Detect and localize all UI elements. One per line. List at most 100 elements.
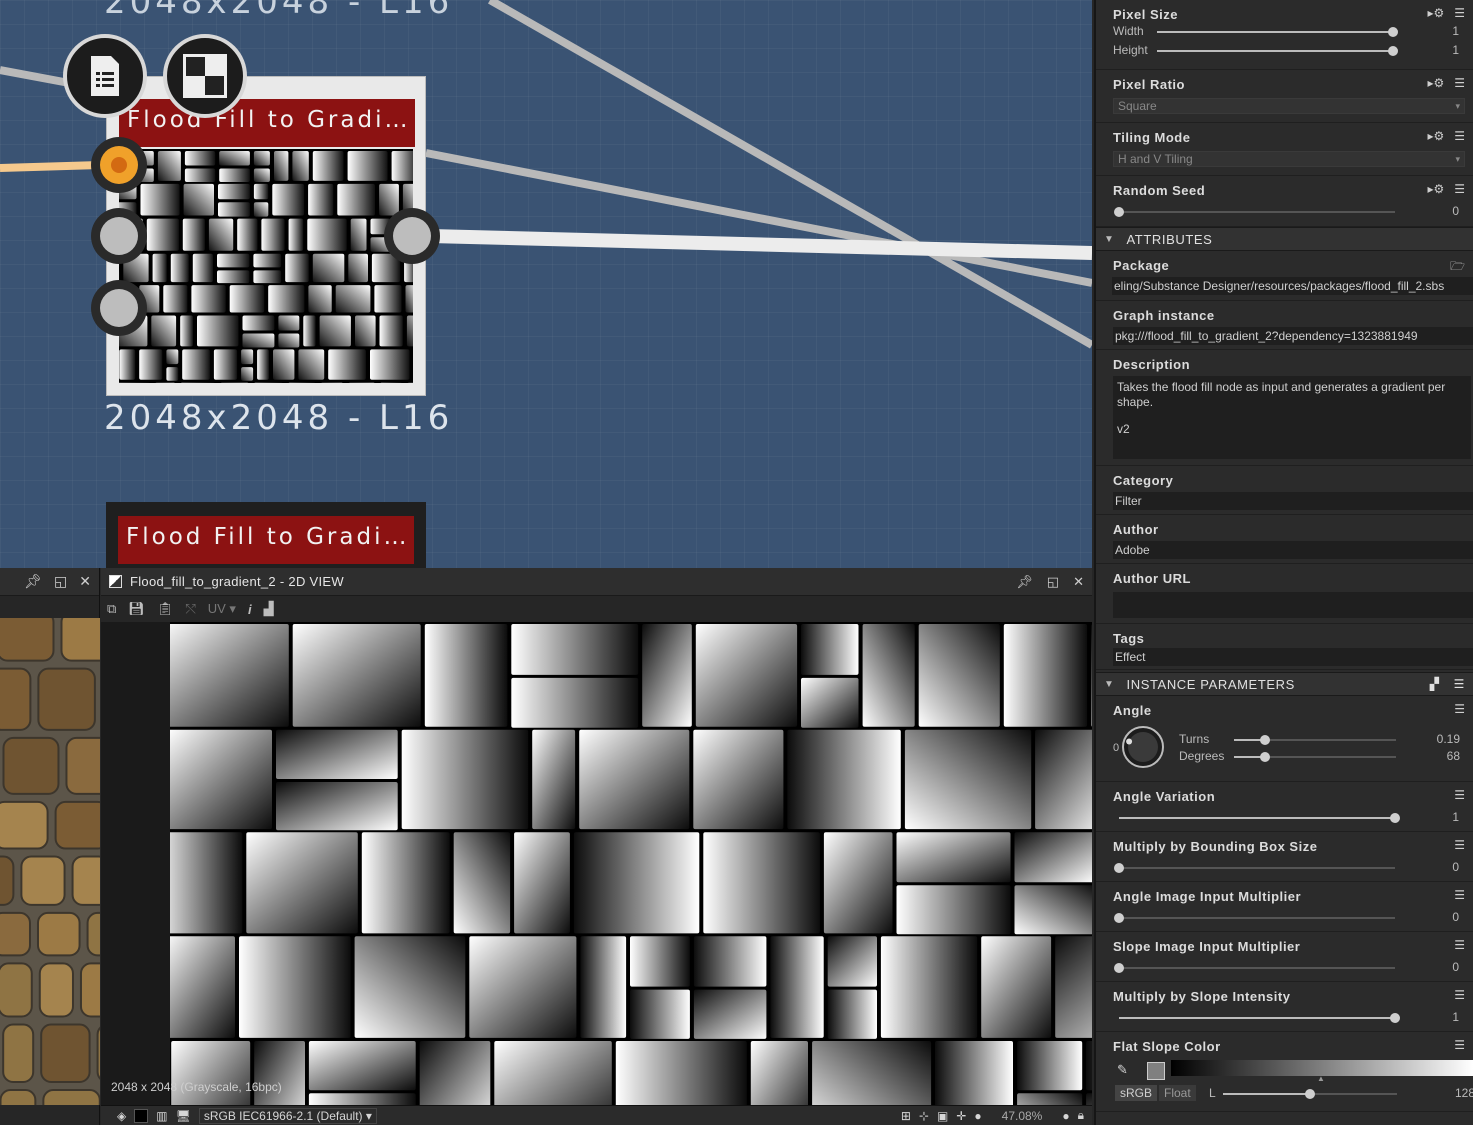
- height-slider-row[interactable]: Height 1: [1113, 41, 1473, 60]
- angle-image-mult-slider[interactable]: [1114, 913, 1395, 923]
- angle-variation-value[interactable]: 1: [1452, 810, 1459, 824]
- description-field[interactable]: Takes the flood fill node as input and g…: [1113, 376, 1471, 459]
- angle-turns-row[interactable]: Turns 0.19 Degrees 68: [1179, 730, 1461, 766]
- menu-icon[interactable]: ☰: [1454, 76, 1465, 90]
- eyedropper-icon[interactable]: ✎: [1117, 1062, 1128, 1078]
- lock-icon[interactable]: 🔒︎: [1078, 1108, 1084, 1123]
- checker-preview-icon[interactable]: [163, 34, 247, 118]
- angle-image-mult-value[interactable]: 0: [1452, 910, 1459, 924]
- degrees-value[interactable]: 68: [1447, 749, 1460, 763]
- multiply-slope-slider[interactable]: [1119, 1013, 1400, 1023]
- color-swatch[interactable]: [1147, 1062, 1165, 1080]
- pin-icon[interactable]: 📌︎: [1016, 574, 1033, 590]
- random-seed-slider-row[interactable]: 0: [1113, 202, 1473, 221]
- random-seed-slider[interactable]: [1114, 207, 1395, 217]
- angle-dial[interactable]: [1120, 724, 1166, 770]
- menu-icon[interactable]: ☰: [1454, 1038, 1465, 1052]
- luminance-slider-row[interactable]: L 128: [1209, 1084, 1473, 1103]
- instance-parameters-section-header[interactable]: ▼ INSTANCE PARAMETERS ▞ ☰: [1096, 672, 1473, 696]
- menu-icon[interactable]: ☰: [1454, 6, 1465, 20]
- srgb-mode-button[interactable]: sRGB: [1115, 1085, 1158, 1101]
- float-icon[interactable]: ◱: [54, 573, 67, 590]
- input-port-angle[interactable]: [91, 208, 147, 264]
- zoom-in-icon[interactable]: ●: [1062, 1109, 1069, 1123]
- height-slider[interactable]: [1157, 46, 1398, 56]
- random-seed-value[interactable]: 0: [1452, 204, 1459, 218]
- zoom-out-icon[interactable]: ●: [974, 1109, 981, 1123]
- slope-image-mult-slider[interactable]: [1114, 963, 1395, 973]
- close-icon[interactable]: ✕: [79, 573, 91, 590]
- layers-icon[interactable]: ◈: [117, 1109, 126, 1123]
- multiply-bbox-slider[interactable]: [1114, 863, 1395, 873]
- menu-icon[interactable]: ☰: [1454, 888, 1465, 902]
- input-port-slope[interactable]: [91, 280, 147, 336]
- black-swatch[interactable]: [134, 1108, 149, 1123]
- angle-image-mult-slider-row[interactable]: 0: [1113, 908, 1473, 927]
- menu-icon[interactable]: ☰: [1454, 938, 1465, 952]
- inherit-icon[interactable]: ▸⚙: [1427, 6, 1444, 20]
- tiling-mode-dropdown[interactable]: H and V Tiling: [1113, 151, 1465, 167]
- uv-dropdown[interactable]: UV ▾: [208, 601, 236, 617]
- multiply-bbox-value[interactable]: 0: [1452, 860, 1459, 874]
- menu-icon[interactable]: ☰: [1454, 182, 1465, 196]
- luminance-value[interactable]: 128: [1455, 1086, 1473, 1100]
- save-icon[interactable]: 💾︎: [128, 601, 145, 617]
- category-field[interactable]: Filter: [1113, 492, 1473, 510]
- grid-icon[interactable]: ⊞: [901, 1109, 911, 1123]
- inherit-icon[interactable]: ▸⚙: [1427, 129, 1444, 143]
- input-port-flood-fill[interactable]: [91, 137, 147, 193]
- multiply-slope-value[interactable]: 1: [1452, 1010, 1459, 1024]
- histogram-icon[interactable]: ▟: [264, 601, 274, 617]
- width-value[interactable]: 1: [1452, 24, 1459, 38]
- height-value[interactable]: 1: [1452, 43, 1459, 57]
- slope-image-mult-slider-row[interactable]: 0: [1113, 958, 1473, 977]
- inherit-icon[interactable]: ▸⚙: [1427, 182, 1444, 196]
- flood-fill-to-gradient-node[interactable]: Flood Fill to Gradi…: [106, 76, 426, 396]
- copy-view-icon[interactable]: ⧉: [107, 601, 116, 617]
- attributes-section-header[interactable]: ▼ ATTRIBUTES: [1096, 227, 1473, 251]
- menu-icon[interactable]: ☰: [1454, 988, 1465, 1002]
- channels-icon[interactable]: ▥: [156, 1109, 167, 1123]
- clipboard-icon[interactable]: 📋︎: [157, 601, 174, 617]
- multiply-bbox-slider-row[interactable]: 0: [1113, 858, 1473, 877]
- author-field[interactable]: Adobe: [1113, 541, 1473, 559]
- share-icon[interactable]: ⤲: [185, 601, 195, 617]
- multiply-slope-slider-row[interactable]: 1: [1113, 1008, 1473, 1027]
- output-port[interactable]: [384, 208, 440, 264]
- float-icon[interactable]: ◱: [1047, 574, 1059, 590]
- transform-icon[interactable]: ⊹: [919, 1109, 929, 1123]
- zoom-level[interactable]: 47.08%: [1002, 1109, 1043, 1123]
- menu-icon[interactable]: ☰: [1454, 838, 1465, 852]
- graph-view[interactable]: 2048x2048 - L16 Flood Fill to Gradi… 204…: [0, 0, 1092, 568]
- menu-icon[interactable]: ☰: [1454, 129, 1465, 143]
- turns-slider[interactable]: [1234, 735, 1396, 745]
- author-url-field[interactable]: [1113, 592, 1473, 618]
- document-icon[interactable]: [63, 34, 147, 118]
- menu-icon[interactable]: ☰: [1454, 677, 1465, 691]
- float-mode-button[interactable]: Float: [1159, 1085, 1196, 1101]
- center-icon[interactable]: ✛: [956, 1109, 966, 1123]
- pixel-ratio-dropdown[interactable]: Square: [1113, 98, 1465, 114]
- turns-value[interactable]: 0.19: [1437, 732, 1460, 746]
- width-slider-row[interactable]: Width 1: [1113, 22, 1473, 41]
- slope-image-mult-value[interactable]: 0: [1452, 960, 1459, 974]
- folder-icon[interactable]: 🗁: [1450, 257, 1465, 278]
- colorspace-dropdown[interactable]: sRGB IEC61966-2.1 (Default) ▾: [198, 1107, 377, 1124]
- info-icon[interactable]: i: [248, 602, 252, 617]
- menu-icon[interactable]: ☰: [1454, 788, 1465, 802]
- tags-field[interactable]: Effect: [1113, 648, 1473, 666]
- width-slider[interactable]: [1157, 27, 1398, 37]
- angle-dial-area[interactable]: 0: [1096, 724, 1176, 774]
- flood-fill-to-gradient-node-2[interactable]: Flood Fill to Gradi…: [106, 502, 426, 568]
- menu-icon[interactable]: ☰: [1454, 702, 1465, 716]
- close-icon[interactable]: ✕: [1073, 574, 1084, 590]
- pin-icon[interactable]: 📌︎: [24, 573, 42, 590]
- fit-icon[interactable]: ▣: [937, 1109, 948, 1123]
- luminance-slider[interactable]: [1223, 1089, 1397, 1099]
- degrees-slider[interactable]: [1234, 752, 1396, 762]
- preset-icon[interactable]: ▞: [1430, 677, 1440, 691]
- inherit-icon[interactable]: ▸⚙: [1427, 76, 1444, 90]
- angle-variation-slider[interactable]: [1119, 813, 1400, 823]
- 2d-canvas[interactable]: 2048 x 2048 (Grayscale, 16bpc): [101, 622, 1092, 1106]
- angle-variation-slider-row[interactable]: 1: [1113, 808, 1473, 827]
